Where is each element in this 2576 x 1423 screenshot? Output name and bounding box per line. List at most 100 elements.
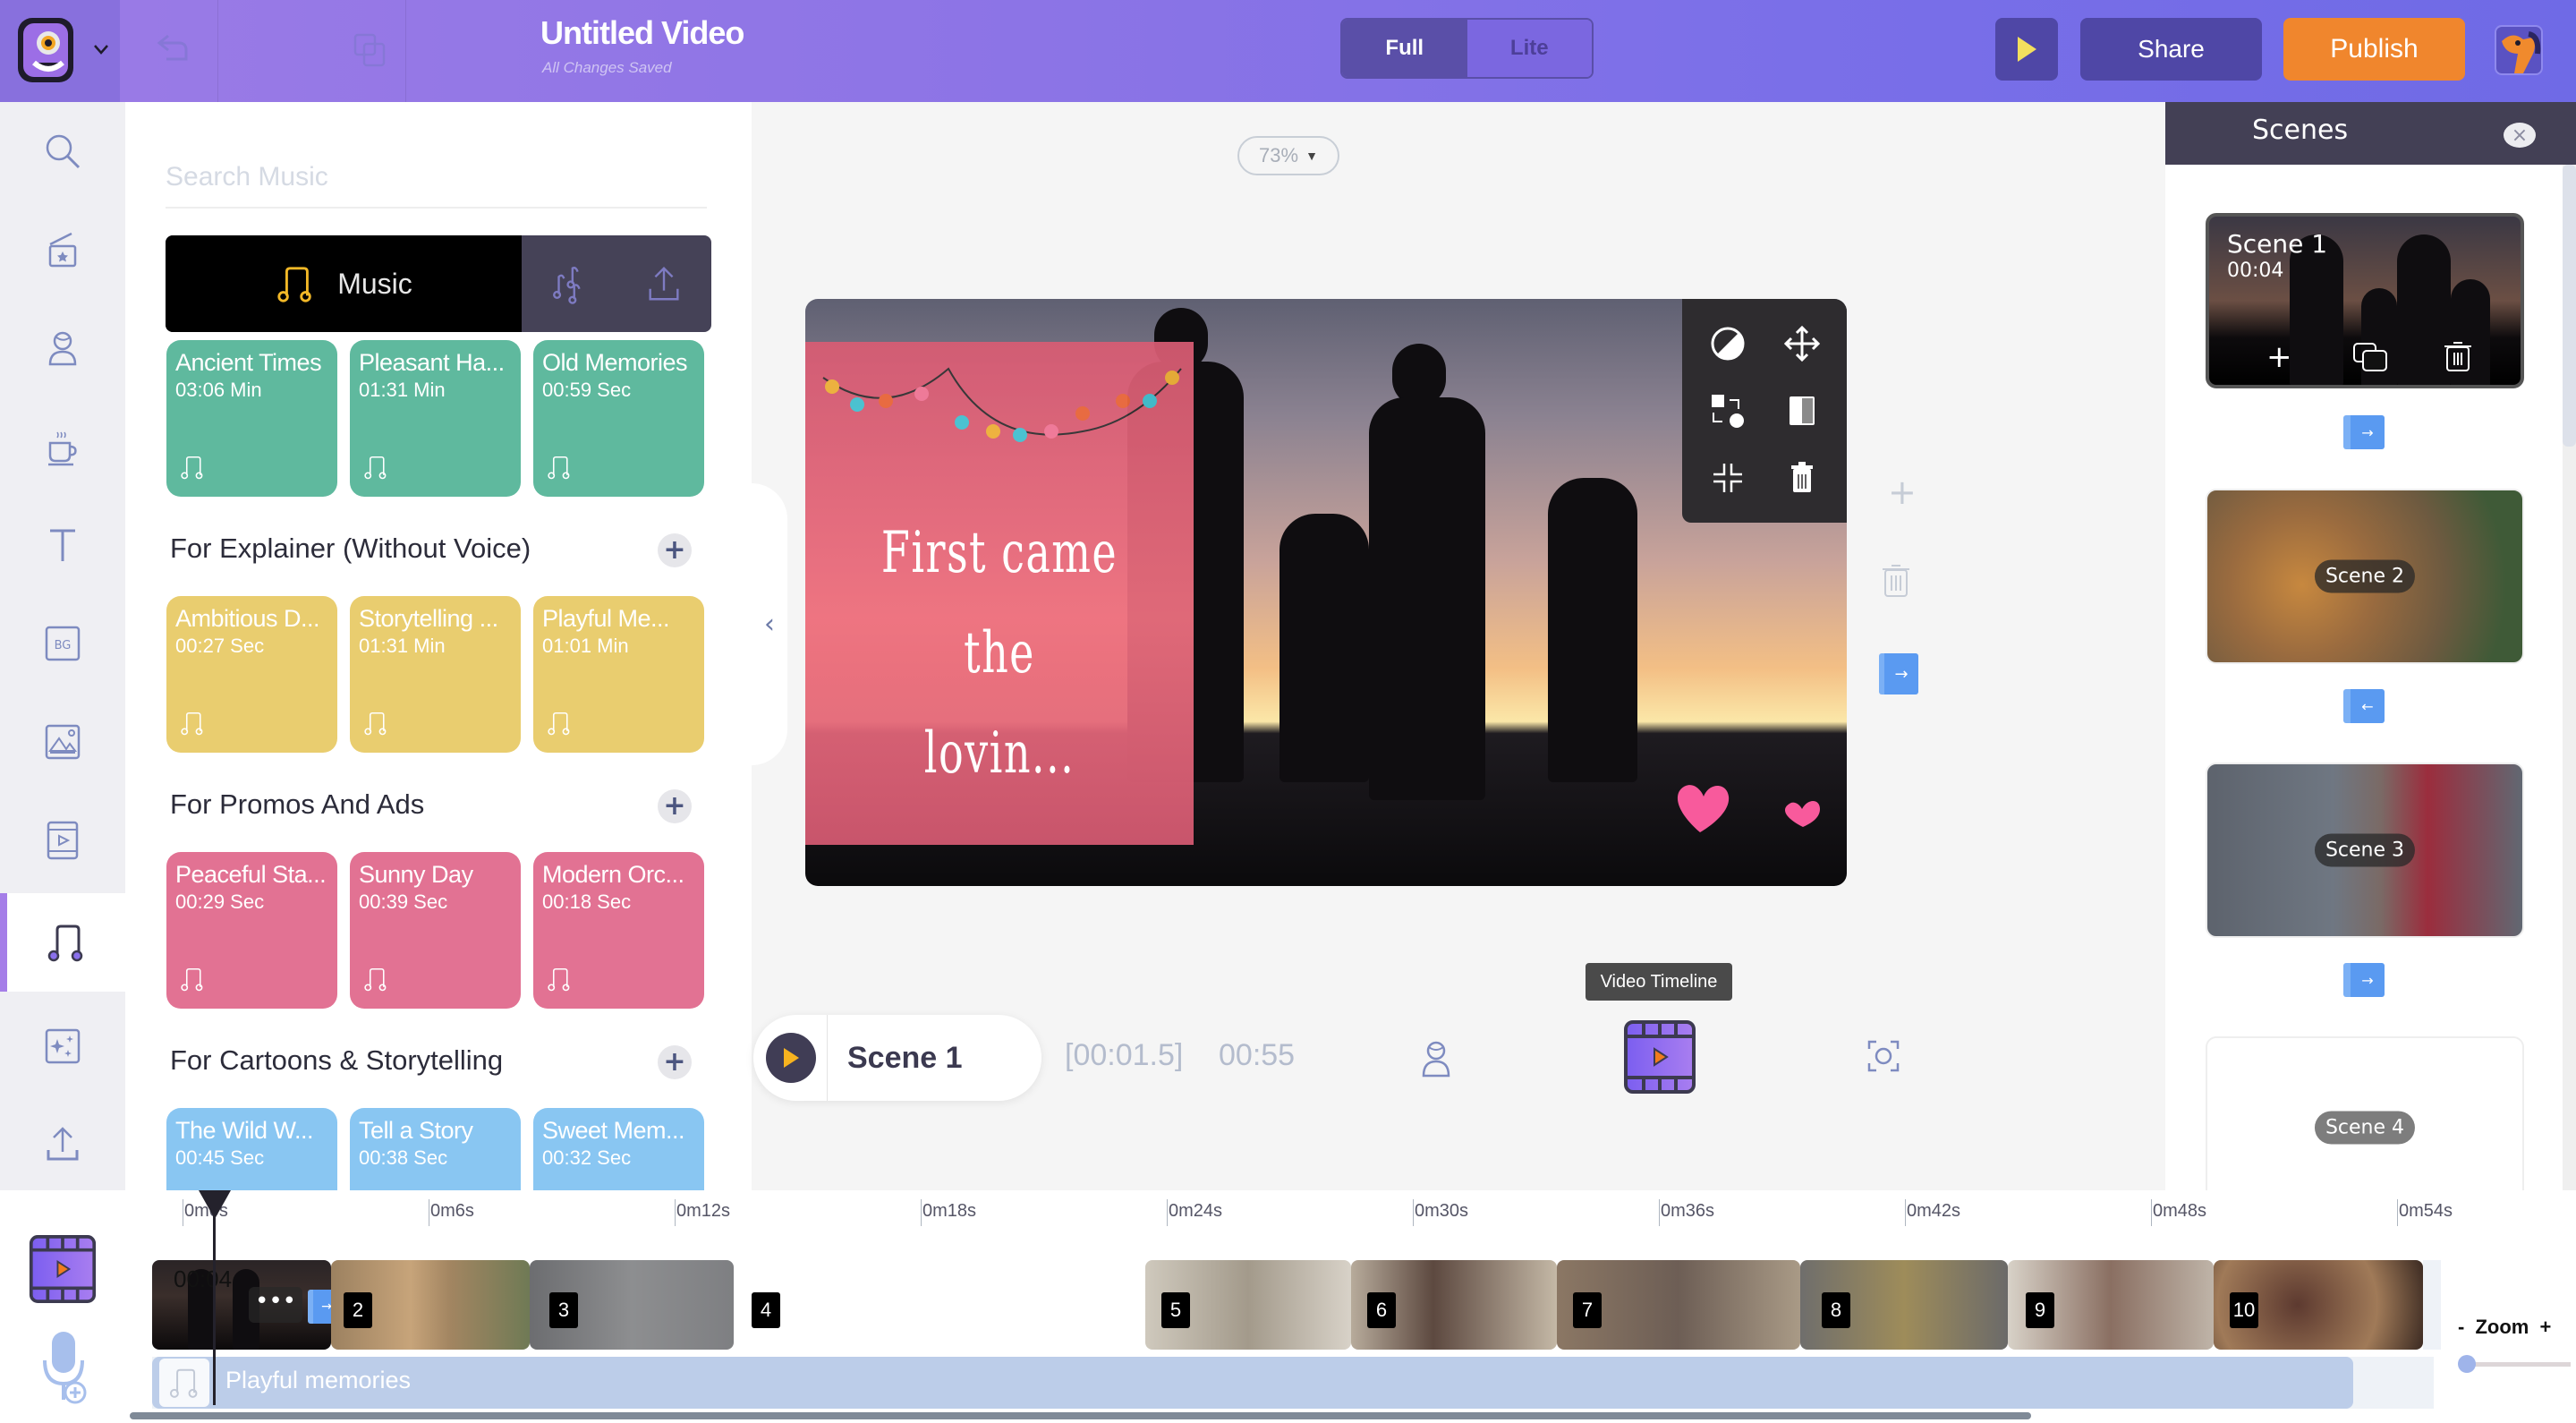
film-strip-icon	[1624, 1020, 1696, 1094]
swap-icon	[1711, 394, 1744, 428]
mode-lite-option[interactable]: Lite	[1467, 20, 1592, 77]
transition-button[interactable]: →	[1879, 653, 1918, 694]
close-scenes-button[interactable]: ×	[2504, 123, 2536, 148]
rail-text[interactable]	[0, 496, 125, 594]
music-track-card[interactable]: Ancient Times 03:06 Min	[166, 340, 337, 497]
rail-images[interactable]	[0, 693, 125, 791]
video-title[interactable]: Untitled Video	[540, 14, 744, 52]
film-strip-icon[interactable]	[29, 1235, 97, 1303]
character-icon	[1422, 1041, 1450, 1078]
audio-track[interactable]	[152, 1357, 2353, 1409]
camera-focus-button[interactable]	[1866, 1038, 1901, 1078]
scene-card-2[interactable]: Scene 2	[2206, 489, 2524, 664]
timeline-scrollbar[interactable]	[130, 1412, 2031, 1419]
video-icon	[47, 821, 79, 860]
duplicate-scene-icon[interactable]	[2352, 342, 2388, 372]
character-icon	[48, 331, 77, 366]
chevron-left-icon: ‹	[764, 609, 775, 640]
playhead-handle[interactable]	[199, 1190, 231, 1219]
zoom-slider[interactable]	[2465, 1362, 2571, 1367]
mode-full-option[interactable]: Full	[1342, 20, 1467, 77]
music-track-card[interactable]: Playful Me... 01:01 Min	[533, 596, 704, 753]
move-button[interactable]	[1773, 319, 1831, 368]
swap-button[interactable]	[1698, 386, 1756, 435]
transition-button[interactable]: ←	[2343, 689, 2385, 723]
scene-card-1[interactable]: Scene 1 00:04 +	[2206, 213, 2524, 388]
mode-toggle[interactable]: Full Lite	[1340, 18, 1594, 79]
duplicate-button[interactable]	[218, 0, 406, 102]
delete-element-button[interactable]	[1773, 454, 1831, 503]
rail-templates[interactable]	[0, 200, 125, 299]
preview-button[interactable]	[1995, 18, 2058, 81]
music-track-card[interactable]: Ambitious D... 00:27 Sec	[166, 596, 337, 753]
track-title: Modern Orc...	[542, 861, 684, 888]
timeline-clip-1[interactable]: 00:04 •••	[152, 1260, 331, 1350]
tab-sound-effects[interactable]	[522, 235, 616, 332]
expand-section-button[interactable]: +	[658, 1045, 692, 1079]
app-menu-button[interactable]	[0, 0, 120, 102]
duplicate-icon	[353, 33, 386, 67]
rail-background[interactable]: BG	[0, 594, 125, 693]
expand-section-button[interactable]: +	[658, 789, 692, 823]
track-title: Playful Me...	[542, 605, 670, 632]
add-after-scene-button[interactable]: +	[2266, 342, 2292, 372]
transition-button[interactable]: →	[2343, 415, 2385, 449]
fit-button[interactable]	[1698, 454, 1756, 503]
add-scene-button[interactable]: +	[1888, 473, 1917, 512]
filter-button[interactable]	[1698, 319, 1756, 368]
tab-upload-music[interactable]	[616, 235, 711, 332]
headline-line: First came	[880, 520, 1118, 586]
user-avatar[interactable]	[2495, 25, 2543, 75]
coffee-cup-icon	[48, 431, 77, 466]
rail-effects[interactable]	[0, 997, 125, 1095]
share-button[interactable]: Share	[2080, 18, 2262, 81]
music-track-card[interactable]: Old Memories 00:59 Sec	[533, 340, 704, 497]
expand-section-button[interactable]: +	[658, 533, 692, 567]
delete-scene-button[interactable]	[1881, 562, 1911, 601]
play-scene-button[interactable]	[766, 1033, 816, 1083]
clip-more-button[interactable]: •••	[249, 1287, 302, 1323]
zoom-in-button[interactable]: +	[2539, 1316, 2551, 1338]
headline-text[interactable]: First came the lovin...	[860, 503, 1139, 804]
ruler-tick-label: 0m48s	[2153, 1201, 2207, 1221]
playhead[interactable]	[213, 1199, 216, 1405]
music-track-card[interactable]: Modern Orc... 00:18 Sec	[533, 852, 704, 1009]
scenes-scrollbar-thumb[interactable]	[2563, 165, 2576, 447]
character-timeline-button[interactable]	[1418, 1038, 1454, 1081]
rail-characters[interactable]	[0, 299, 125, 397]
tab-music[interactable]: Music	[166, 235, 522, 332]
music-icon	[47, 925, 83, 962]
audio-track-name: Playful memories	[225, 1367, 412, 1393]
publish-button[interactable]: Publish	[2283, 18, 2465, 81]
track-duration: 00:18 Sec	[542, 890, 632, 913]
opacity-button[interactable]	[1773, 386, 1831, 435]
rail-music[interactable]	[0, 893, 125, 992]
rail-videos[interactable]	[0, 791, 125, 890]
transition-button[interactable]: →	[2343, 963, 2385, 997]
clip-duration: 00:04	[174, 1265, 233, 1292]
canvas-zoom-select[interactable]: 73% ▼	[1237, 136, 1339, 175]
app-logo-icon	[18, 18, 73, 82]
music-track-card[interactable]: Sunny Day 00:39 Sec	[350, 852, 521, 1009]
track-duration: 03:06 Min	[175, 379, 262, 401]
music-track-card[interactable]: Pleasant Ha... 01:31 Min	[350, 340, 521, 497]
add-voiceover-mic-icon[interactable]	[39, 1330, 89, 1405]
collapse-panel-button[interactable]: ‹	[752, 483, 787, 765]
rail-props[interactable]	[0, 397, 125, 496]
search-icon	[46, 134, 81, 169]
rail-search[interactable]	[0, 102, 125, 200]
undo-button[interactable]	[120, 0, 218, 102]
scene-card-duration: 00:04	[2227, 260, 2284, 282]
music-track-card[interactable]: Peaceful Sta... 00:29 Sec	[166, 852, 337, 1009]
clip-number-badge: 2	[344, 1292, 372, 1328]
zoom-slider-knob[interactable]	[2458, 1355, 2476, 1373]
music-track-card[interactable]: Storytelling ... 01:31 Min	[350, 596, 521, 753]
scene-card-4[interactable]: Scene 4	[2206, 1036, 2524, 1215]
rail-upload[interactable]	[0, 1095, 125, 1194]
track-duration: 00:27 Sec	[175, 635, 265, 657]
zoom-out-button[interactable]: -	[2458, 1316, 2464, 1338]
search-music-input[interactable]	[166, 148, 707, 209]
video-timeline-button[interactable]	[1624, 1020, 1696, 1094]
delete-scene-icon[interactable]	[2444, 340, 2472, 372]
scene-card-3[interactable]: Scene 3	[2206, 763, 2524, 938]
